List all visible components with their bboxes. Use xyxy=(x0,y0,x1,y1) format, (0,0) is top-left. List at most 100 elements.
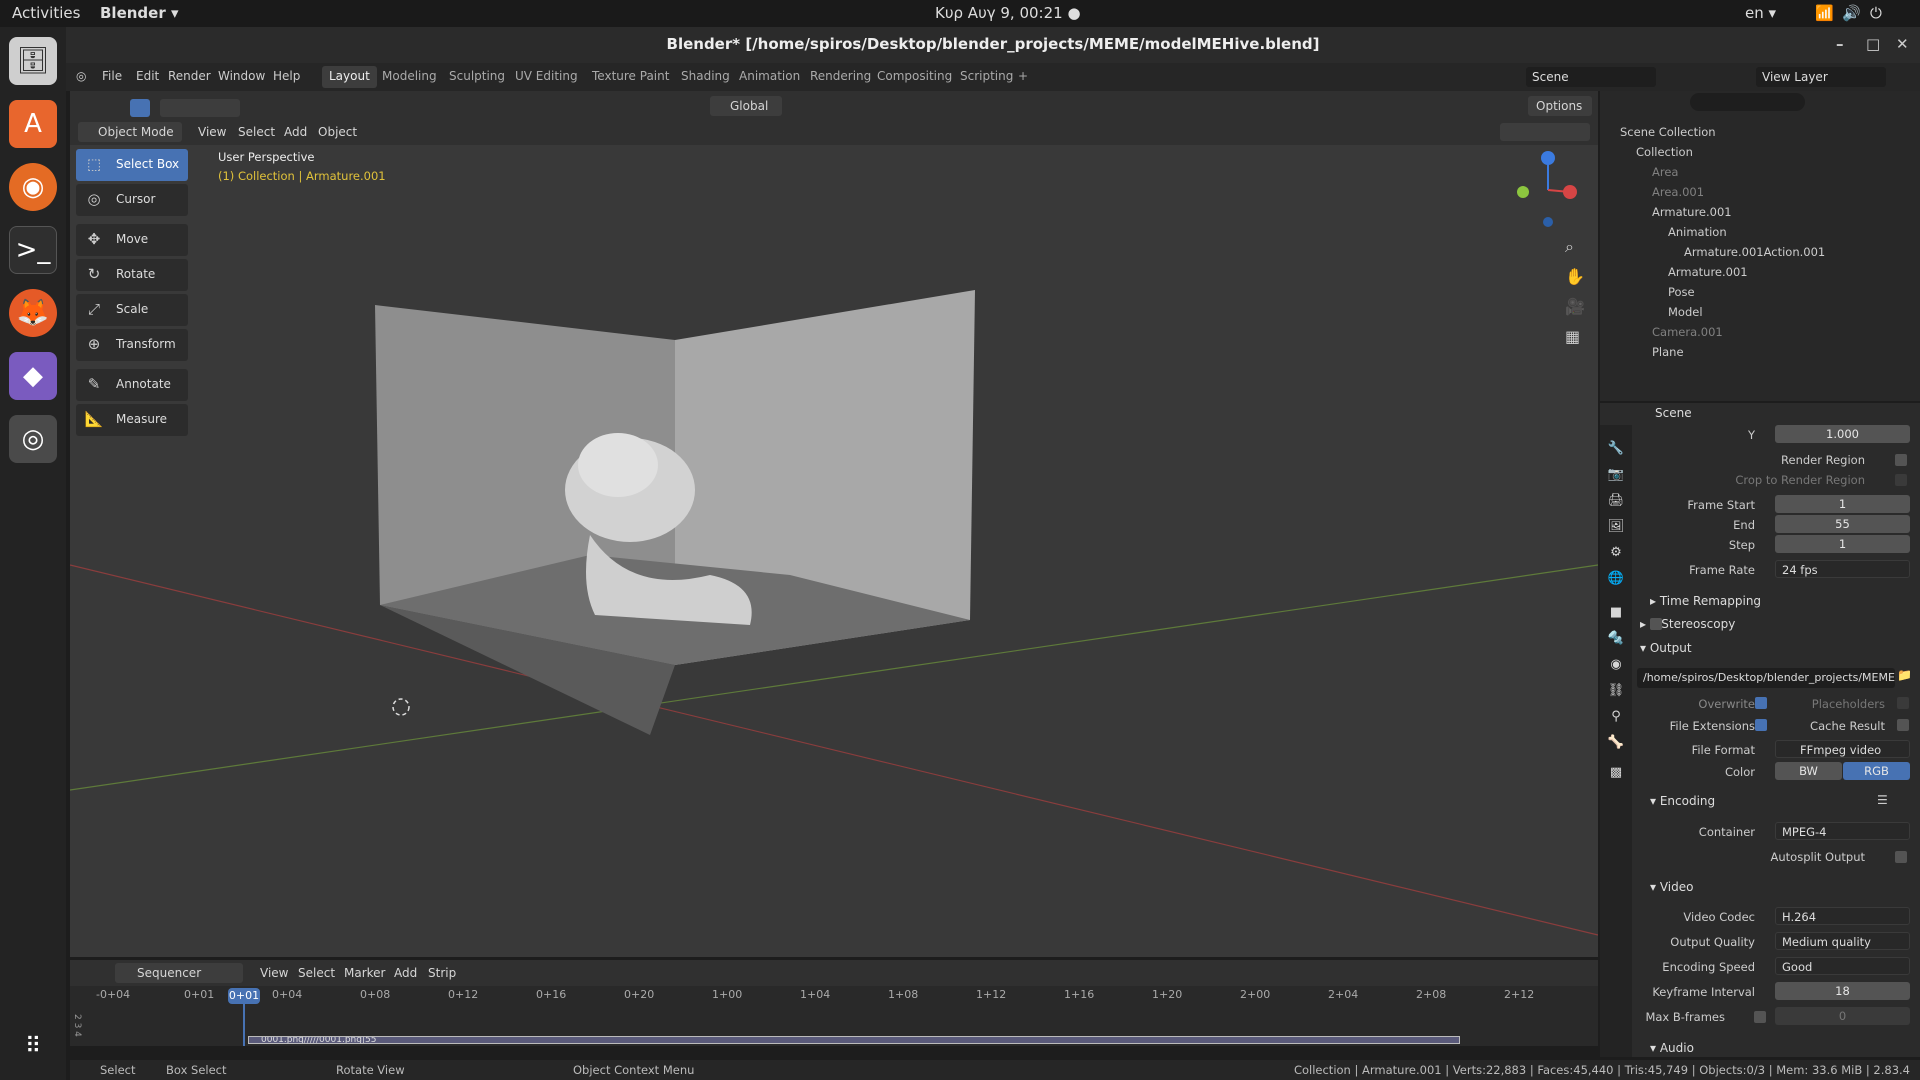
tab-animation[interactable]: Animation xyxy=(732,66,807,88)
crop-checkbox[interactable] xyxy=(1895,474,1907,486)
tool-annotate[interactable]: ✎ Annotate xyxy=(76,369,188,401)
select-mode-icon[interactable] xyxy=(130,99,150,117)
modifier-tab-icon[interactable]: 🔩 xyxy=(1606,631,1626,651)
video-panel[interactable]: ▾ Video xyxy=(1650,880,1693,894)
volume-icon[interactable]: 🔊 xyxy=(1842,4,1861,22)
time-remapping-panel[interactable]: ▸ Time Remapping xyxy=(1650,594,1761,608)
tab-uv-editing[interactable]: UV Editing xyxy=(508,66,585,88)
max-bframes-checkbox[interactable] xyxy=(1754,1011,1766,1023)
frame-rate-dropdown[interactable]: 24 fps xyxy=(1775,560,1910,578)
physics-tab-icon[interactable]: ◉ xyxy=(1606,657,1626,677)
tool-move[interactable]: ✥ Move xyxy=(76,224,188,256)
view-layer-tab-icon[interactable]: 🖼 xyxy=(1606,519,1626,539)
pan-hand-icon[interactable]: ✋ xyxy=(1565,267,1585,286)
data-tab-icon[interactable]: ⚲ xyxy=(1606,709,1626,729)
ortho-toggle-icon[interactable]: ▦ xyxy=(1565,327,1580,346)
placeholders-checkbox[interactable] xyxy=(1897,697,1909,709)
constraint-tab-icon[interactable]: ⛓ xyxy=(1606,683,1626,703)
outliner-row[interactable]: Area.001 xyxy=(1652,185,1704,205)
app-menu[interactable]: Blender ▾ xyxy=(100,4,179,22)
current-frame-indicator[interactable]: 0+01 xyxy=(228,988,260,1004)
sequencer-timeline[interactable]: -0+04 0+01 0+04 0+08 0+12 0+16 0+20 1+00 1+04 1+0… xyxy=(70,986,1598,1046)
video-codec-dropdown[interactable]: H.264 xyxy=(1775,907,1910,925)
minimize-button[interactable]: – xyxy=(1836,35,1844,53)
tab-sculpting[interactable]: Sculpting xyxy=(442,66,512,88)
max-bframes-field[interactable]: 0 xyxy=(1775,1007,1910,1025)
menu-edit[interactable]: Edit xyxy=(136,69,159,83)
outliner-row[interactable]: Plane xyxy=(1652,345,1684,365)
outliner-row[interactable]: Scene Collection xyxy=(1620,125,1716,145)
autosplit-checkbox[interactable] xyxy=(1895,851,1907,863)
output-path-input[interactable]: /home/spiros/Desktop/blender_projects/ME… xyxy=(1637,668,1895,688)
options-button[interactable]: Options xyxy=(1528,96,1592,116)
tool-rotate[interactable]: ↻ Rotate xyxy=(76,259,188,291)
tool-transform[interactable]: ⊕ Transform xyxy=(76,329,188,361)
zoom-icon[interactable]: ⌕ xyxy=(1565,237,1574,257)
output-tab-icon[interactable]: 🖨 xyxy=(1606,493,1626,513)
tab-texture-paint[interactable]: Texture Paint xyxy=(585,66,676,88)
blender-logo-icon[interactable]: ◎ xyxy=(76,69,86,83)
output-panel[interactable]: ▾ Output xyxy=(1640,641,1692,655)
files-icon[interactable]: 🗄 xyxy=(9,37,57,85)
view-layer-selector[interactable]: View Layer xyxy=(1756,67,1886,87)
image-strip[interactable]: 0001.png/////0001.png|55 xyxy=(248,1036,1460,1044)
tool-tab-icon[interactable]: 🔧 xyxy=(1606,441,1626,461)
tab-layout[interactable]: Layout xyxy=(322,66,377,88)
outliner-row[interactable]: Area xyxy=(1652,165,1678,185)
tool-measure[interactable]: 📐 Measure xyxy=(76,404,188,436)
navigation-gizmo[interactable] xyxy=(1510,150,1580,230)
file-extensions-checkbox[interactable] xyxy=(1755,719,1767,731)
y-field[interactable]: 1.000 xyxy=(1775,425,1910,443)
file-format-dropdown[interactable]: FFmpeg video xyxy=(1775,740,1910,758)
seq-menu-strip[interactable]: Strip xyxy=(428,966,456,980)
app-diamond-icon[interactable]: ◆ xyxy=(9,352,57,400)
add-workspace-icon[interactable]: + xyxy=(1011,66,1035,88)
texture-tab-icon[interactable]: ▩ xyxy=(1606,765,1626,785)
folder-browse-icon[interactable]: 📁 xyxy=(1897,668,1913,688)
tool-scale[interactable]: ⤢ Scale xyxy=(76,294,188,326)
clock[interactable]: Κυρ Αυγ 9, 00:21 ● xyxy=(935,4,1081,22)
container-dropdown[interactable]: MPEG-4 xyxy=(1775,822,1910,840)
outliner-search-input[interactable] xyxy=(1690,93,1805,111)
object-mode-selector[interactable]: Object Mode xyxy=(78,122,182,142)
viewport-menu-view[interactable]: View xyxy=(198,125,226,139)
presets-list-icon[interactable]: ☰ xyxy=(1877,793,1888,807)
close-button[interactable]: ✕ xyxy=(1896,35,1909,53)
audio-panel[interactable]: ▾ Audio xyxy=(1650,1041,1694,1055)
outliner-row[interactable]: Model xyxy=(1668,305,1703,325)
frame-end-field[interactable]: 55 xyxy=(1775,515,1910,533)
tab-compositing[interactable]: Compositing xyxy=(870,66,959,88)
tab-shading[interactable]: Shading xyxy=(674,66,737,88)
tab-rendering[interactable]: Rendering xyxy=(803,66,878,88)
encoding-panel[interactable]: ▾ Encoding xyxy=(1650,794,1715,808)
render-tab-icon[interactable]: 📷 xyxy=(1606,467,1626,487)
wifi-icon[interactable]: 📶 xyxy=(1815,4,1834,22)
maximize-button[interactable]: □ xyxy=(1866,35,1880,53)
firefox-icon[interactable]: 🦊 xyxy=(9,289,57,337)
viewport-menu-add[interactable]: Add xyxy=(284,125,307,139)
bone-tab-icon[interactable]: 🦴 xyxy=(1606,735,1626,755)
outliner-row[interactable]: Armature.001 xyxy=(1668,265,1748,285)
software-center-icon[interactable]: A xyxy=(9,100,57,148)
seq-menu-select[interactable]: Select xyxy=(298,966,335,980)
world-tab-icon[interactable]: 🌐 xyxy=(1606,571,1626,591)
language-indicator[interactable]: en ▾ xyxy=(1745,4,1776,22)
outliner-row[interactable]: Collection xyxy=(1636,145,1693,165)
encoding-speed-dropdown[interactable]: Good xyxy=(1775,957,1910,975)
power-icon[interactable]: ⏻ xyxy=(1870,4,1882,22)
menu-render[interactable]: Render xyxy=(168,69,211,83)
menu-window[interactable]: Window xyxy=(218,69,265,83)
keyframe-interval-field[interactable]: 18 xyxy=(1775,982,1910,1000)
menu-file[interactable]: File xyxy=(102,69,122,83)
editor-type-selector[interactable]: Sequencer xyxy=(115,963,243,983)
activities-button[interactable]: Activities xyxy=(12,4,80,22)
outliner-row[interactable]: Pose xyxy=(1668,285,1695,305)
shading-mode-buttons[interactable] xyxy=(1500,123,1590,141)
frame-start-field[interactable]: 1 xyxy=(1775,495,1910,513)
seq-menu-marker[interactable]: Marker xyxy=(344,966,385,980)
blender-icon[interactable]: ◎ xyxy=(9,415,57,463)
scene-tab-icon[interactable]: ⚙ xyxy=(1606,545,1626,565)
camera-view-icon[interactable]: 🎥 xyxy=(1565,297,1585,316)
terminal-icon[interactable]: >_ xyxy=(9,226,57,274)
color-bw-button[interactable]: BW xyxy=(1775,762,1842,780)
